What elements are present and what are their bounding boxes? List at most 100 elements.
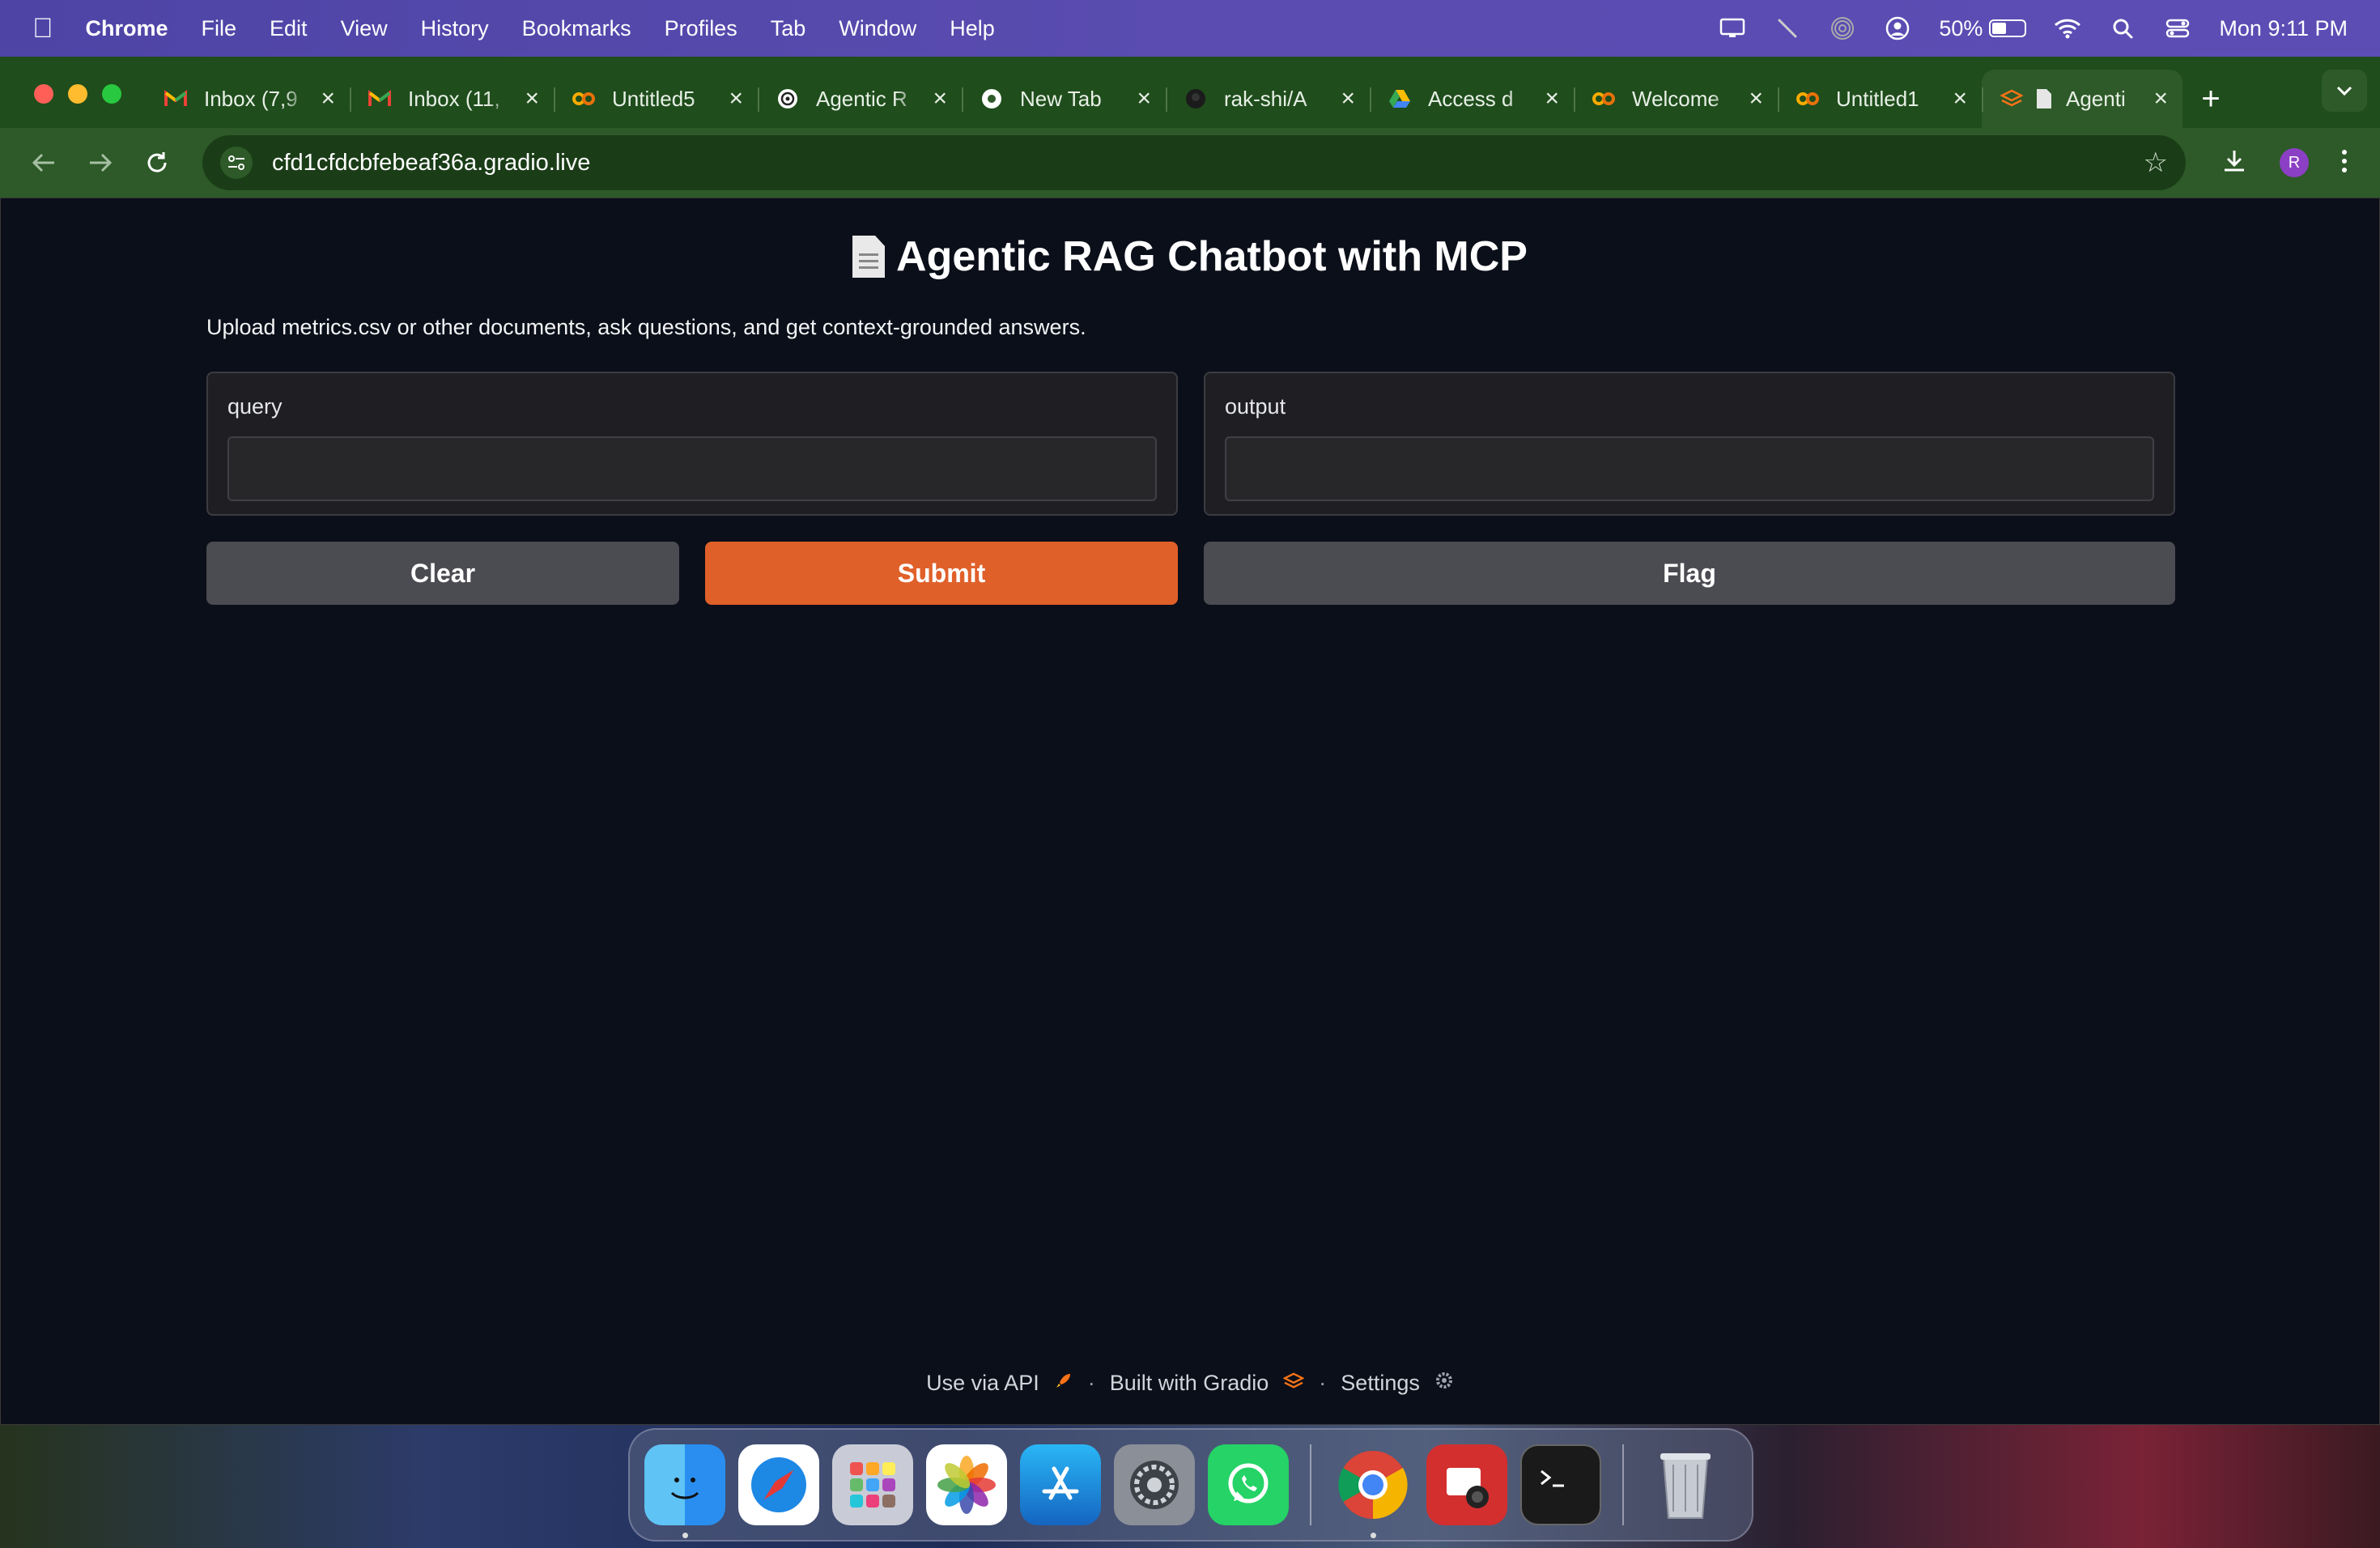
submit-button[interactable]: Submit xyxy=(705,542,1178,605)
trash-icon[interactable] xyxy=(1645,1444,1726,1525)
site-info-icon[interactable] xyxy=(220,147,253,179)
close-tab-icon[interactable]: × xyxy=(525,85,539,113)
tab-new-tab[interactable]: New Tab × xyxy=(962,70,1166,128)
page-footer: Use via API · Built with Gradio · Settin… xyxy=(1,1371,2379,1396)
chrome-icon xyxy=(980,87,1004,111)
downloads-icon[interactable] xyxy=(2221,148,2247,178)
tab-github[interactable]: rak-shi/A × xyxy=(1166,70,1370,128)
bookmark-star-icon[interactable]: ☆ xyxy=(2144,147,2168,179)
close-tab-icon[interactable]: × xyxy=(933,85,947,113)
browser-tab-strip: Inbox (7,9 × Inbox (11, × Untitled5 × Ag… xyxy=(0,57,2380,128)
clear-button[interactable]: Clear xyxy=(206,542,679,605)
apple-menu-icon[interactable]:  xyxy=(32,13,53,45)
output-field[interactable] xyxy=(1225,436,2154,501)
tab-title: Untitled5 xyxy=(612,86,695,111)
tab-title: Welcome xyxy=(1632,86,1719,111)
system-settings-icon[interactable] xyxy=(1114,1444,1195,1525)
gear-icon xyxy=(1434,1371,1454,1396)
tab-inbox-2[interactable]: Inbox (11, × xyxy=(350,70,554,128)
use-via-api-link[interactable]: Use via API xyxy=(926,1371,1039,1396)
finder-icon[interactable] xyxy=(644,1444,725,1538)
output-panel: output xyxy=(1204,372,2175,516)
menu-help[interactable]: Help xyxy=(950,16,995,41)
app-store-icon[interactable] xyxy=(1020,1444,1101,1525)
tab-title: Access d xyxy=(1428,86,1514,111)
url-text: cfd1cfdcbfebeaf36a.gradio.live xyxy=(272,149,591,176)
menu-edit[interactable]: Edit xyxy=(270,16,308,41)
new-tab-button[interactable]: + xyxy=(2182,70,2239,128)
close-tab-icon[interactable]: × xyxy=(1749,85,1763,113)
page-title: Agentic RAG Chatbot with MCP xyxy=(1,232,2379,281)
close-window-button[interactable] xyxy=(34,84,53,104)
tab-title: Agenti xyxy=(2066,86,2126,111)
openai-icon xyxy=(776,87,800,111)
zoom-window-button[interactable] xyxy=(102,84,121,104)
tab-title: Inbox (7,9 xyxy=(204,86,298,111)
spotlight-search-icon[interactable] xyxy=(2109,15,2136,42)
user-account-icon[interactable] xyxy=(1884,15,1911,42)
google-chrome-icon[interactable] xyxy=(1332,1444,1413,1538)
menubar-clock[interactable]: Mon 9:11 PM xyxy=(2219,16,2348,41)
macos-dock xyxy=(628,1428,1753,1542)
menu-tab[interactable]: Tab xyxy=(771,16,806,41)
tab-search-button[interactable] xyxy=(2322,70,2367,112)
dock-separator xyxy=(1310,1444,1311,1525)
photos-icon[interactable] xyxy=(926,1444,1007,1525)
tab-inbox-1[interactable]: Inbox (7,9 × xyxy=(146,70,350,128)
launchpad-icon[interactable] xyxy=(832,1444,913,1525)
battery-status[interactable]: 50% xyxy=(1939,16,2027,41)
photo-booth-icon[interactable] xyxy=(1426,1444,1507,1525)
gradio-app: Agentic RAG Chatbot with MCP Upload metr… xyxy=(0,198,2380,1425)
close-tab-icon[interactable]: × xyxy=(1341,85,1355,113)
more-menu-icon[interactable] xyxy=(2341,149,2348,177)
gmail-icon xyxy=(164,87,188,111)
tab-untitled1[interactable]: Untitled1 × xyxy=(1778,70,1982,128)
tab-agentic-r[interactable]: Agentic R × xyxy=(758,70,962,128)
menu-profiles[interactable]: Profiles xyxy=(665,16,737,41)
reload-button[interactable] xyxy=(134,140,180,185)
safari-icon[interactable] xyxy=(738,1444,819,1525)
tab-access-denied[interactable]: Access d × xyxy=(1370,70,1574,128)
close-tab-icon[interactable]: × xyxy=(1545,85,1559,113)
pen-icon[interactable] xyxy=(1774,15,1801,42)
gradio-icon xyxy=(2000,87,2024,111)
control-center-icon[interactable] xyxy=(2164,15,2191,42)
close-tab-icon[interactable]: × xyxy=(1953,85,1967,113)
menu-window[interactable]: Window xyxy=(839,16,916,41)
query-input[interactable] xyxy=(227,436,1157,501)
close-tab-icon[interactable]: × xyxy=(2153,85,2168,113)
profile-avatar[interactable]: R xyxy=(2280,148,2309,177)
minimize-window-button[interactable] xyxy=(68,84,87,104)
close-tab-icon[interactable]: × xyxy=(729,85,743,113)
menu-file[interactable]: File xyxy=(202,16,237,41)
terminal-icon[interactable] xyxy=(1520,1444,1601,1525)
whatsapp-icon[interactable] xyxy=(1208,1444,1289,1525)
airdrop-icon[interactable] xyxy=(1829,15,1856,42)
close-tab-icon[interactable]: × xyxy=(321,85,335,113)
document-icon xyxy=(852,236,886,278)
menu-history[interactable]: History xyxy=(421,16,489,41)
tab-welcome[interactable]: Welcome × xyxy=(1574,70,1778,128)
tab-title: New Tab xyxy=(1020,86,1102,111)
colab-icon xyxy=(572,87,596,111)
close-tab-icon[interactable]: × xyxy=(1137,85,1151,113)
menu-view[interactable]: View xyxy=(341,16,388,41)
query-label: query xyxy=(227,394,283,419)
menu-app-name[interactable]: Chrome xyxy=(86,16,168,41)
address-bar[interactable]: cfd1cfdcbfebeaf36a.gradio.live ☆ xyxy=(202,135,2186,190)
settings-link[interactable]: Settings xyxy=(1341,1371,1420,1396)
back-button[interactable] xyxy=(21,140,66,185)
menu-bookmarks[interactable]: Bookmarks xyxy=(522,16,631,41)
tab-untitled5[interactable]: Untitled5 × xyxy=(554,70,758,128)
chevron-down-icon xyxy=(2336,86,2352,96)
forward-button[interactable] xyxy=(78,140,123,185)
wifi-icon[interactable] xyxy=(2054,15,2081,42)
built-with-gradio-link[interactable]: Built with Gradio xyxy=(1110,1371,1269,1396)
screen-mirroring-icon[interactable] xyxy=(1719,15,1746,42)
gmail-icon xyxy=(368,87,392,111)
flag-button[interactable]: Flag xyxy=(1204,542,2175,605)
tab-agentic-active[interactable]: Agenti × xyxy=(1982,70,2182,128)
running-indicator xyxy=(682,1533,688,1538)
macos-menubar:  Chrome File Edit View History Bookmark… xyxy=(0,0,2380,57)
page-description: Upload metrics.csv or other documents, a… xyxy=(206,315,1086,339)
